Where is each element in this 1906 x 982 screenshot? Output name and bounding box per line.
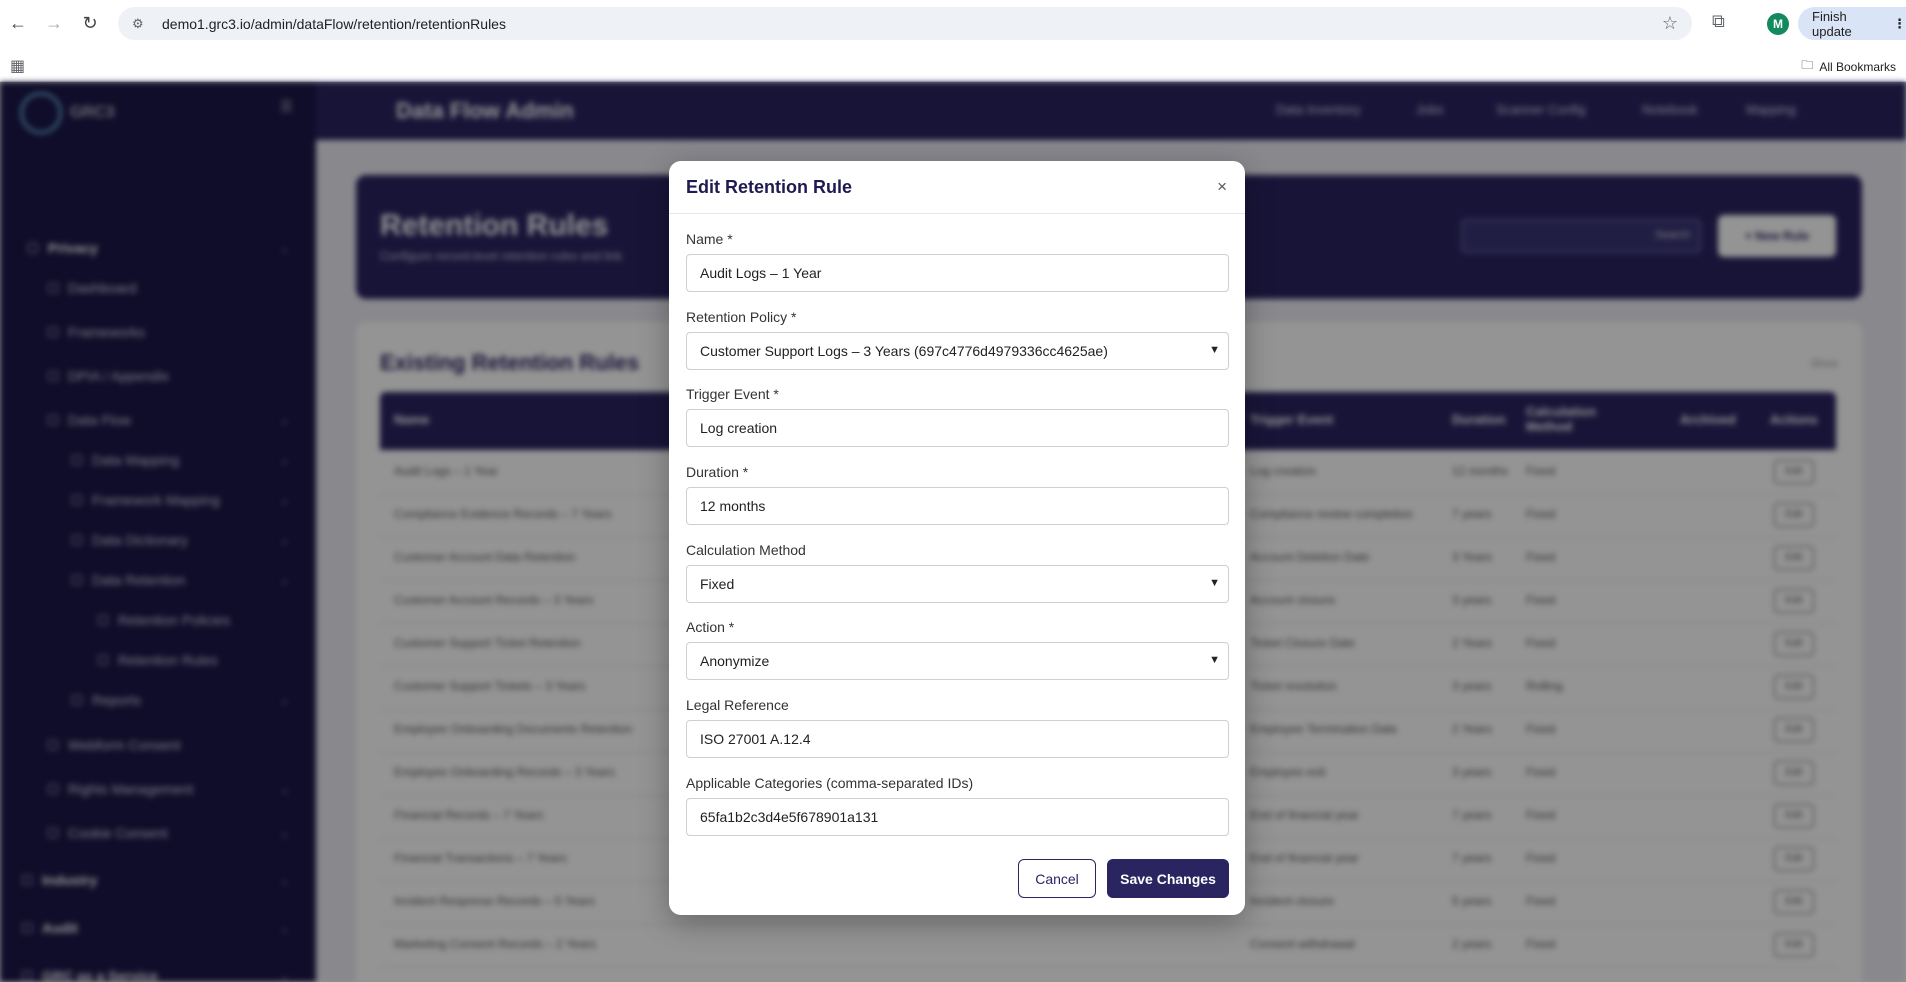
action-select[interactable]: Anonymize ▼ (686, 642, 1229, 680)
profile-avatar[interactable]: M (1767, 13, 1789, 35)
folder-icon: 🗀 (1801, 58, 1814, 72)
url-text: demo1.grc3.io/admin/dataFlow/retention/r… (162, 15, 506, 32)
reload-icon[interactable]: ↻ (72, 5, 108, 41)
all-bookmarks-link[interactable]: 🗀 All Bookmarks (1801, 56, 1896, 77)
duration-input[interactable]: 12 months (686, 487, 1229, 525)
modal-title: Edit Retention Rule (686, 177, 852, 197)
categories-label: Applicable Categories (comma-separated I… (686, 775, 974, 791)
chevron-down-icon: ▼ (1209, 344, 1220, 356)
bookmarks-bar: ▦ 🗀 All Bookmarks (0, 47, 1906, 82)
legal-reference-label: Legal Reference (686, 697, 789, 713)
address-bar[interactable]: ⚙ demo1.grc3.io/admin/dataFlow/retention… (118, 7, 1692, 40)
save-changes-button[interactable]: Save Changes (1107, 859, 1229, 898)
duration-label: Duration * (686, 464, 749, 480)
bookmark-star-icon[interactable]: ☆ (1662, 13, 1678, 34)
browser-toolbar: ← → ↻ ⚙ demo1.grc3.io/admin/dataFlow/ret… (0, 0, 1906, 47)
trigger-label: Trigger Event * (686, 386, 779, 402)
chevron-down-icon: ▼ (1209, 577, 1220, 589)
edit-retention-rule-modal: Edit Retention Rule × Name * Audit Logs … (669, 161, 1245, 915)
name-label: Name * (686, 231, 733, 247)
chevron-down-icon: ▼ (1209, 654, 1220, 666)
modal-header: Edit Retention Rule × (669, 161, 1245, 214)
trigger-event-input[interactable]: Log creation (686, 409, 1229, 447)
cancel-button[interactable]: Cancel (1018, 859, 1096, 898)
policy-label: Retention Policy * (686, 309, 797, 325)
retention-policy-select[interactable]: Customer Support Logs – 3 Years (697c477… (686, 332, 1229, 370)
back-arrow-icon[interactable]: ← (0, 5, 36, 41)
site-info-icon[interactable]: ⚙ (132, 16, 148, 32)
legal-reference-input[interactable]: ISO 27001 A.12.4 (686, 720, 1229, 758)
action-label: Action * (686, 619, 735, 635)
close-icon[interactable]: × (1217, 177, 1227, 197)
extensions-icon[interactable]: ⧉ (1712, 11, 1725, 32)
forward-arrow-icon[interactable]: → (36, 5, 72, 41)
calculation-method-select[interactable]: Fixed ▼ (686, 565, 1229, 603)
finish-update-button[interactable]: Finish update ⋮ (1798, 7, 1906, 40)
method-label: Calculation Method (686, 542, 806, 558)
menu-kebab-icon[interactable]: ⋮ (1893, 16, 1906, 32)
categories-input[interactable]: 65fa1b2c3d4e5f678901a131 (686, 798, 1229, 836)
name-input[interactable]: Audit Logs – 1 Year (686, 254, 1229, 292)
apps-grid-icon[interactable]: ▦ (10, 56, 25, 76)
